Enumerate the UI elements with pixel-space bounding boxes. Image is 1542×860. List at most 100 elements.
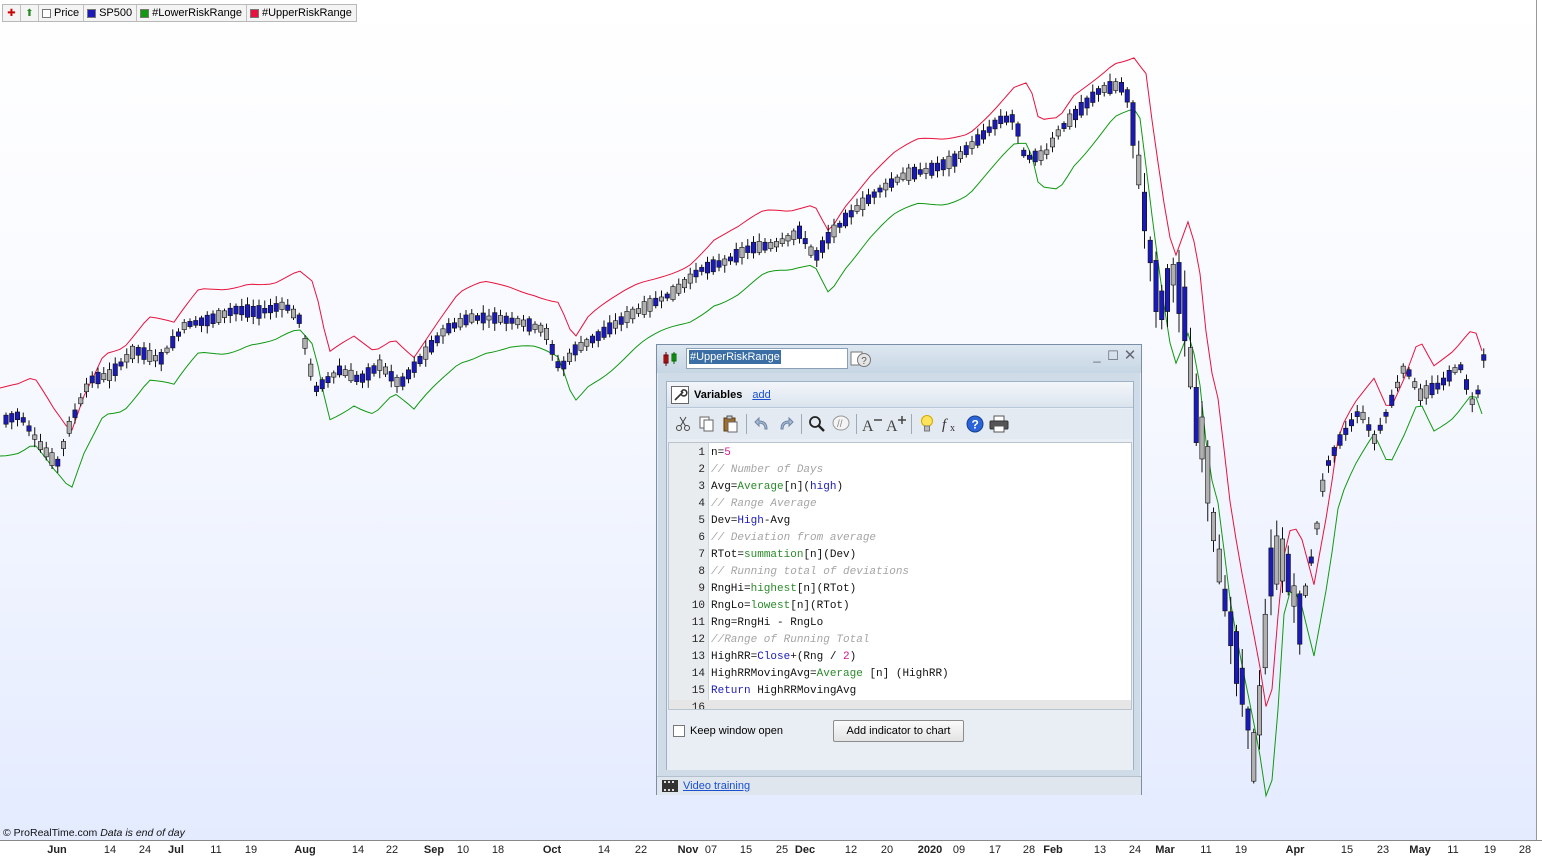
code-text: Return HighRRMovingAvg <box>711 683 856 700</box>
candle-body <box>785 235 791 242</box>
candle-body <box>1469 398 1475 405</box>
code-token: [n](RTot) <box>796 583 857 595</box>
comment-icon[interactable]: // <box>829 412 853 436</box>
candle-body <box>796 225 802 239</box>
minimize-icon[interactable]: _ <box>1090 349 1104 364</box>
code-line[interactable]: 7 RTot=summation[n](Dev) <box>669 547 1131 564</box>
add-variable-link[interactable]: add <box>752 389 770 401</box>
candle-body <box>503 315 509 324</box>
help-circle-icon[interactable]: ? <box>963 412 987 436</box>
code-line[interactable]: 5 Dev=High-Avg <box>669 513 1131 530</box>
candle-body <box>141 347 147 360</box>
candle-body <box>986 126 992 133</box>
candle-body <box>193 320 199 326</box>
candle-body <box>561 360 567 370</box>
date-axis[interactable]: Jun 14 24 Jul 11 19 Aug 14 22 Sep 10 18 Oct 14 22 Nov 07… <box>0 840 1542 860</box>
candle-body <box>1406 369 1412 377</box>
copy-icon[interactable] <box>695 412 719 436</box>
code-line[interactable]: 4 // Range Average <box>669 496 1131 513</box>
legend-item-upper-risk-range[interactable]: #UpperRiskRange <box>247 5 356 21</box>
indicator-name-input[interactable]: #UpperRiskRange <box>686 348 848 369</box>
print-icon[interactable] <box>987 412 1011 436</box>
code-line[interactable]: 11 Rng=RngHi - RngLo <box>669 615 1131 632</box>
cut-icon[interactable] <box>671 412 695 436</box>
date-axis-label: 11 <box>1200 844 1212 856</box>
lightbulb-icon[interactable] <box>915 412 939 436</box>
code-line[interactable]: 13 HighRR=Close+(Rng / 2) <box>669 649 1131 666</box>
legend-item-price[interactable]: Price <box>39 5 85 21</box>
legend-item-lower-risk-range[interactable]: #LowerRiskRange <box>137 5 247 21</box>
add-indicator-button[interactable]: Add indicator to chart <box>833 720 964 742</box>
code-line[interactable]: 16 <box>669 700 1131 709</box>
candle-body <box>773 241 779 248</box>
candle-body <box>1136 154 1142 186</box>
close-icon[interactable]: ✕ <box>1123 348 1137 364</box>
code-line[interactable]: 12 //Range of Running Total <box>669 632 1131 649</box>
code-text: HighRRMovingAvg=Average [n] (HighRR) <box>711 666 949 683</box>
code-line[interactable]: 1 n=5 <box>669 445 1131 462</box>
undo-icon[interactable] <box>750 412 774 436</box>
code-token: High <box>737 515 764 527</box>
candle-body <box>1441 377 1447 386</box>
candle-body <box>3 414 9 425</box>
search-icon[interactable] <box>805 412 829 436</box>
candle-body <box>1130 102 1136 146</box>
code-line[interactable]: 8 // Running total of deviations <box>669 564 1131 581</box>
candle-body <box>555 361 561 369</box>
chart-legend: ✚ ⬆ Price SP500 #LowerRiskRange #UpperRi… <box>2 4 357 22</box>
keep-window-open-label: Keep window open <box>690 725 783 737</box>
candle-body <box>164 347 170 353</box>
add-indicator-icon[interactable]: ⬆ <box>21 5 39 21</box>
code-text: // Range Average <box>711 496 817 513</box>
variables-bar: Variables add <box>667 382 1133 408</box>
redo-icon[interactable] <box>774 412 798 436</box>
candle-body <box>768 242 774 249</box>
close-chart-icon[interactable]: ✚ <box>3 5 21 21</box>
keep-window-open-checkbox[interactable]: Keep window open <box>673 725 783 737</box>
candle-body <box>906 167 912 181</box>
candle-body <box>371 365 377 374</box>
help-icon[interactable]: ? <box>850 349 872 369</box>
candle-body <box>1234 631 1240 684</box>
line-number: 11 <box>691 617 705 629</box>
code-line[interactable]: 2 // Number of Days <box>669 462 1131 479</box>
candle-body <box>227 307 233 316</box>
candle-body <box>331 372 337 378</box>
candle-body <box>607 322 613 335</box>
code-line[interactable]: 15 Return HighRRMovingAvg <box>669 683 1131 700</box>
code-token: HighRRMovingAvg= <box>711 668 817 680</box>
candle-body <box>733 248 739 263</box>
date-axis-label: 15 <box>739 844 753 856</box>
candle-body <box>1101 85 1107 93</box>
candle-body <box>871 191 877 198</box>
video-training-link[interactable]: Video training <box>683 780 750 792</box>
indicator-editor-window[interactable]: #UpperRiskRange ? _ ☐ ✕ Variables add //… <box>656 344 1142 795</box>
candle-body <box>1078 102 1084 116</box>
code-text: RTot=summation[n](Dev) <box>711 547 856 564</box>
candle-body <box>509 317 515 324</box>
candle-body <box>124 354 130 363</box>
checkbox-box[interactable] <box>673 725 685 737</box>
code-line[interactable]: 6 // Deviation from average <box>669 530 1131 547</box>
price-axis[interactable] <box>1536 0 1542 840</box>
candle-body <box>710 259 716 273</box>
code-line[interactable]: 3 Avg=Average[n](high) <box>669 479 1131 496</box>
line-number: 10 <box>691 600 705 612</box>
legend-item-sp500[interactable]: SP500 <box>84 5 138 21</box>
code-line[interactable]: 10 RngLo=lowest[n](RTot) <box>669 598 1131 615</box>
code-line[interactable]: 14 HighRRMovingAvg=Average [n] (HighRR) <box>669 666 1131 683</box>
decrease-font-icon[interactable]: A <box>860 412 884 436</box>
candle-body <box>658 296 664 302</box>
increase-font-icon[interactable]: A <box>884 412 908 436</box>
date-axis-label: 2020 <box>917 844 943 856</box>
legend-swatch <box>249 8 259 18</box>
function-icon[interactable]: fx <box>939 412 963 436</box>
code-editor[interactable]: 1 n=5 2// Number of Days 3 Avg=Average[n](hi… <box>668 442 1132 710</box>
code-line[interactable]: 9 RngHi=highest[n](RTot) <box>669 581 1131 598</box>
maximize-icon[interactable]: ☐ <box>1106 349 1120 364</box>
paste-icon[interactable] <box>719 412 743 436</box>
code-token: RngHi= <box>711 583 751 595</box>
candle-body <box>1349 419 1355 427</box>
window-titlebar[interactable]: #UpperRiskRange ? _ ☐ ✕ <box>657 345 1141 373</box>
candle-body <box>1216 548 1222 583</box>
